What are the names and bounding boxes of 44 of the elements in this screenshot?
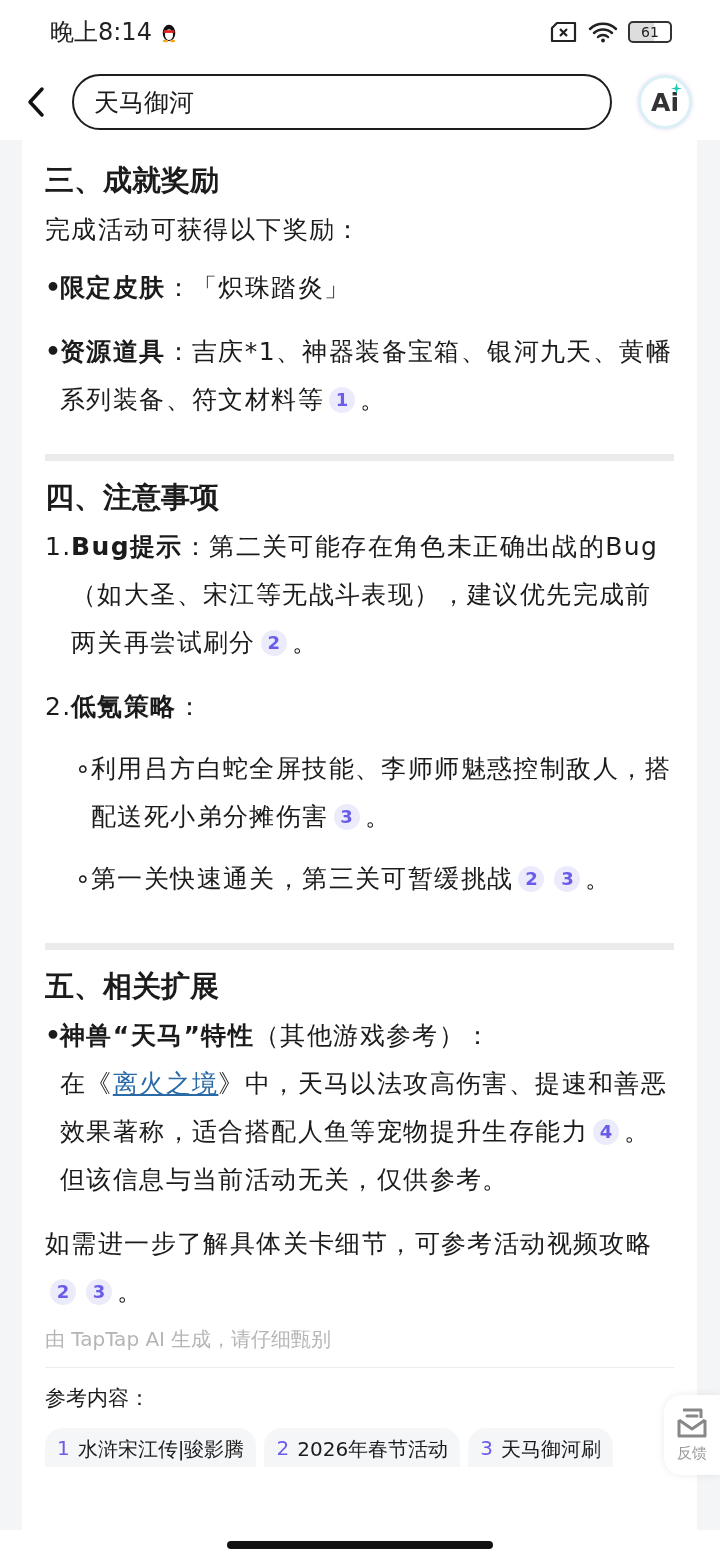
bullet-mark: • [45,1020,60,1052]
ai-button[interactable]: Ai [638,75,692,129]
citation-badge[interactable]: 2 [260,630,287,656]
section-heading: 三、成就奖励 [45,162,220,199]
back-icon[interactable] [26,86,46,118]
wifi-icon [588,21,618,43]
feedback-icon [675,1407,709,1440]
reference-card[interactable]: 3 天马御河刷 [468,1428,613,1467]
paragraph: 神兽“天马”特性（其他游戏参考）： [60,1020,493,1052]
paragraph: 资源道具：吉庆*1、神器装备宝箱、银河九天、黄幡系列装备、符文材料等 1 。 [60,336,673,416]
game-link[interactable]: 离火之境 [112,1069,219,1098]
section-heading: 五、相关扩展 [45,968,220,1005]
references-title: 参考内容： [45,1385,151,1412]
reference-card[interactable]: 1 水浒宋江传|骏影腾 [45,1428,257,1467]
reference-card[interactable]: 2 2026年春节活动 [264,1428,461,1467]
paragraph: 限定皮肤：「炽珠踏炎」 [60,272,352,304]
paragraph: 在《离火之境》中，天马以法攻高伤害、提速和善恶效果著称，适合搭配人鱼等宠物提升生存能力 4 。但该信息与当前活动无关，仅供参考。 [60,1068,669,1196]
citation-badge[interactable]: 2 [50,1279,76,1305]
list-number: 2. [45,691,71,723]
battery-icon: 61 [628,21,672,43]
paragraph: 完成活动可获得以下奖励： [45,214,363,246]
list-number: 1. [45,531,71,563]
bullet-mark: • [45,272,60,304]
status-time: 晚上8:14 [50,17,152,48]
citation-badge[interactable]: 2 [518,866,545,892]
bullet-mark: • [45,336,60,368]
citation-badge[interactable]: 3 [333,804,360,830]
bullet-mark: ∘ [75,863,91,895]
paragraph: 低氪策略： [71,691,204,723]
paragraph: 第一关快速通关，第三关可暂缓挑战 2 3 。 [91,863,613,895]
search-field[interactable]: 天马御河 [72,74,612,130]
sparkle-icon [671,83,682,94]
citation-badge[interactable]: 4 [593,1119,619,1145]
sim-card-icon [550,21,578,43]
paragraph: 利用吕方白蛇全屏技能、李师师魅惑控制敌人，搭配送死小弟分摊伤害 3 。 [91,753,673,833]
citation-badge[interactable]: 3 [86,1279,112,1305]
bullet-mark: ∘ [75,753,91,785]
citation-badge[interactable]: 3 [554,866,581,892]
section-heading: 四、注意事项 [45,479,220,516]
feedback-button[interactable]: 反馈 [664,1395,720,1475]
citation-badge[interactable]: 1 [329,387,355,413]
paragraph: 如需进一步了解具体关卡细节，可参考活动视频攻略 2 3 。 [45,1228,654,1308]
ai-disclaimer: 由 TapTap AI 生成，请仔细甄别 [45,1326,333,1353]
paragraph: Bug提示：第二关可能存在角色未正确出战的Bug（如大圣、宋江等无战斗表现），建议优先完成前两关再尝试刷分 2 。 [71,531,660,659]
